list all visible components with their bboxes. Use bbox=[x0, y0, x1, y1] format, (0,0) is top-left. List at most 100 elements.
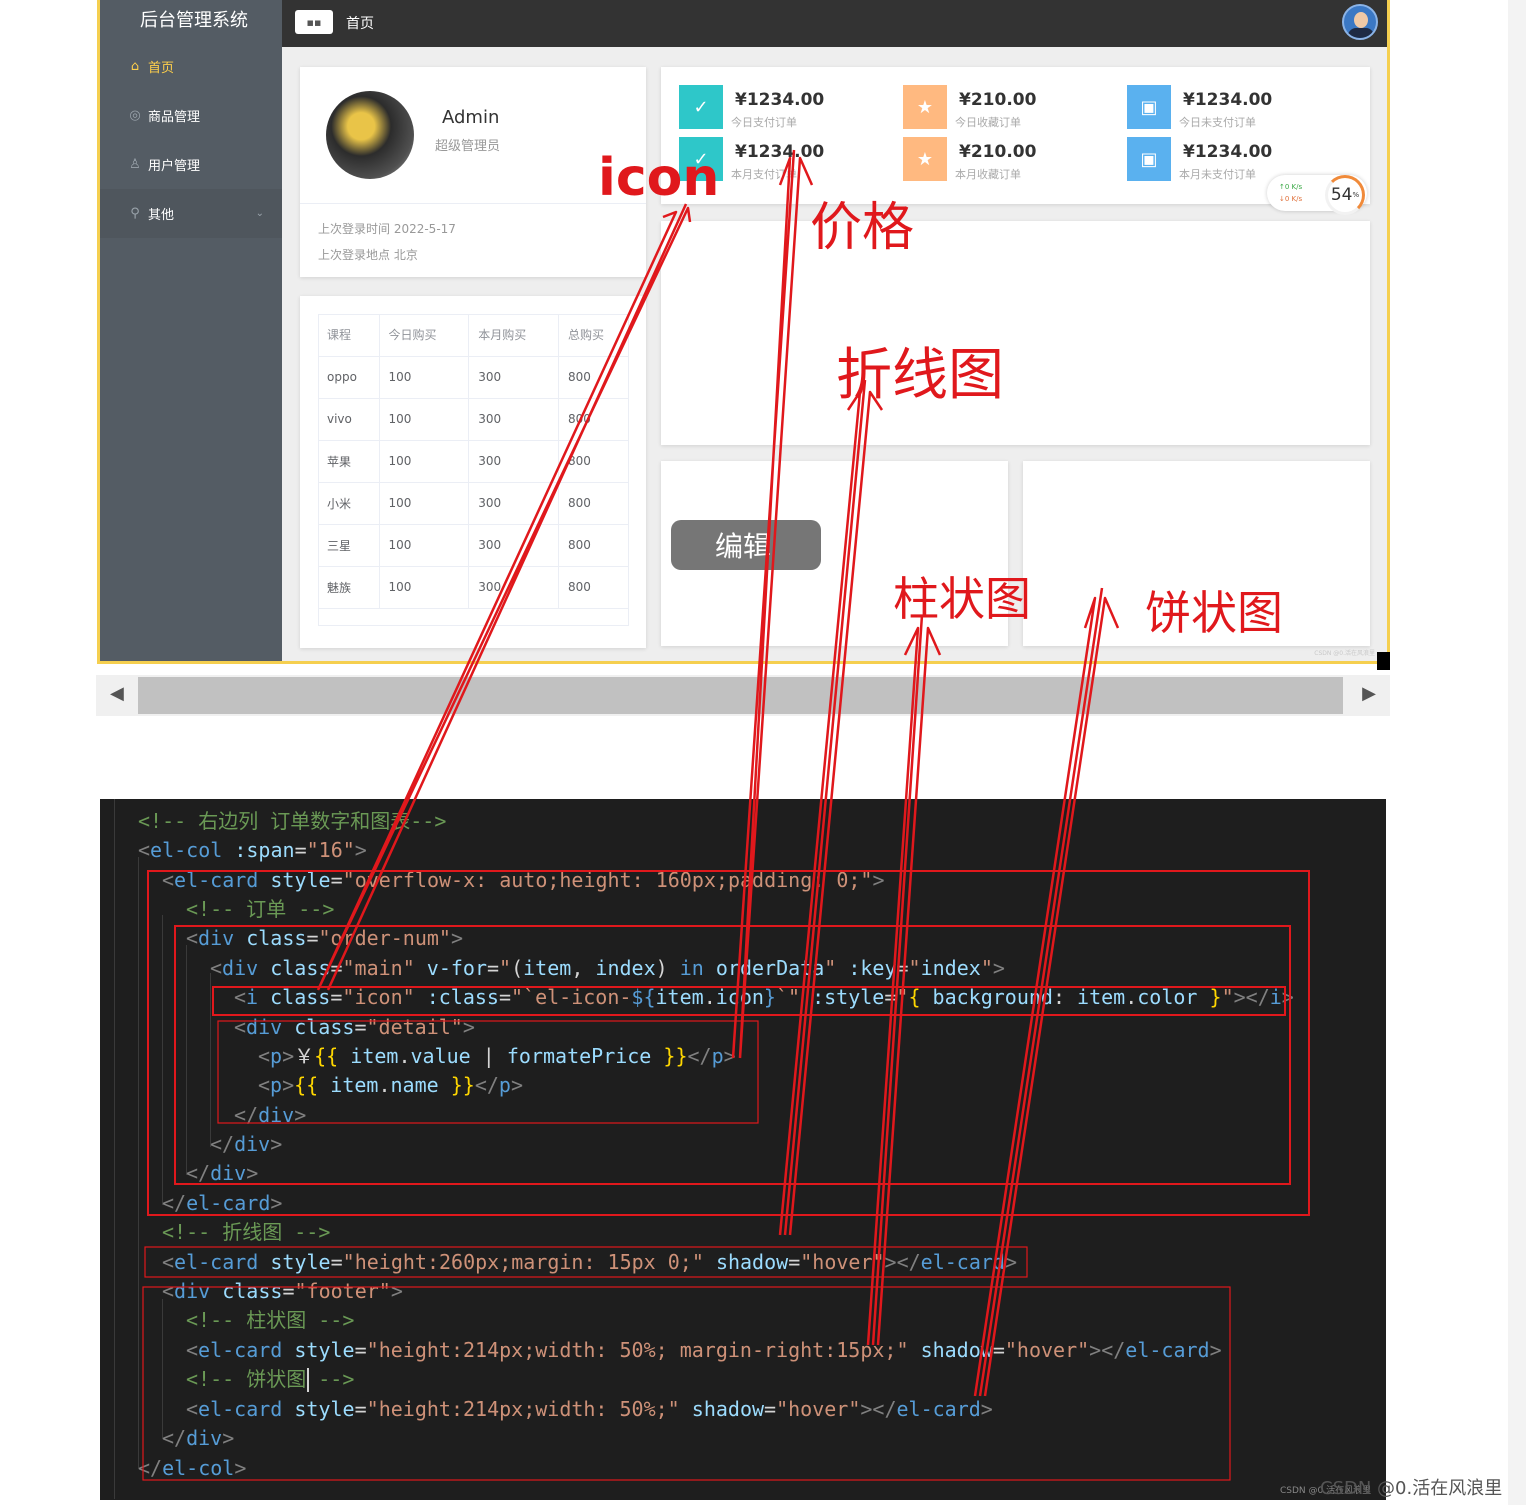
table-cell: 100 bbox=[378, 482, 469, 525]
goods-icon: ▣ bbox=[1127, 137, 1171, 181]
video-play-icon: ◎ bbox=[129, 108, 141, 123]
annotation-price-label: 价格 bbox=[810, 198, 915, 258]
table-row: oppo 100 300 800 bbox=[318, 356, 629, 399]
code-line: <!-- 右边列 订单数字和图表--> bbox=[138, 807, 446, 836]
table-cell: 魅族 bbox=[318, 566, 379, 609]
table-header-cell: 今日购买 bbox=[378, 314, 469, 357]
scroll-right-icon[interactable]: ▶ bbox=[1362, 683, 1376, 704]
code-line: <div class="detail"> bbox=[234, 1015, 475, 1039]
table-cell: 小米 bbox=[318, 482, 379, 525]
annotation-bar-chart-label: 柱状图 bbox=[893, 572, 1031, 626]
table-cell: 300 bbox=[468, 482, 559, 525]
sidebar-item-other[interactable]: ⚲ 其他 ⌄ bbox=[100, 189, 282, 238]
usage-percent-unit: % bbox=[1352, 191, 1360, 199]
table-cell: 100 bbox=[378, 524, 469, 567]
table-header-cell: 总购买 bbox=[558, 314, 629, 357]
purchase-table: 课程 今日购买 本月购买 总购买 oppo 100 300 800 vivo 100 300… bbox=[318, 314, 629, 609]
breadcrumb[interactable]: 首页 bbox=[346, 13, 374, 33]
code-line: <!-- 饼状图 --> bbox=[186, 1365, 354, 1394]
order-stats-card: ✓ ¥1234.00 今日支付订单 ★ ¥210.00 今日收藏订单 ▣ ¥1234.00 今日… bbox=[661, 67, 1370, 215]
sidebar-item-users[interactable]: ♙ 用户管理 bbox=[100, 140, 282, 189]
code-line: </div> bbox=[162, 1426, 235, 1450]
csdn-watermark: CSDN @0.活在风浪里 bbox=[1320, 1478, 1503, 1499]
code-line: <el-card style="height:214px;width: 50%;… bbox=[186, 1397, 993, 1421]
star-icon: ★ bbox=[903, 85, 947, 129]
code-line: <p>{{ item.name }}</p> bbox=[258, 1073, 523, 1097]
code-line: <!-- 柱状图 --> bbox=[186, 1306, 354, 1335]
sidebar-item-label: 其他 bbox=[148, 208, 175, 223]
table-cell: 800 bbox=[558, 398, 629, 441]
code-line: <div class="order-num"> bbox=[186, 926, 463, 950]
indent-guide bbox=[162, 915, 163, 1205]
edit-button[interactable]: 编辑 bbox=[671, 520, 821, 570]
table-cell: 100 bbox=[378, 356, 469, 399]
tiny-watermark: CSDN @0.活在风浪里 bbox=[1314, 650, 1375, 657]
code-line: <!-- 折线图 --> bbox=[162, 1218, 330, 1247]
code-line: <!-- 订单 --> bbox=[186, 895, 334, 924]
table-cell: 苹果 bbox=[318, 440, 379, 483]
code-line: </div> bbox=[210, 1132, 283, 1156]
avatar[interactable] bbox=[1342, 4, 1378, 40]
table-cell: 800 bbox=[558, 356, 629, 399]
user-role: 超级管理员 bbox=[435, 139, 501, 154]
code-comment: <!-- 饼状图 bbox=[186, 1367, 307, 1391]
user-avatar bbox=[326, 91, 414, 179]
order-price: ¥1234.00 bbox=[1183, 90, 1273, 110]
annotation-icon-label: icon bbox=[598, 148, 720, 208]
order-price: ¥210.00 bbox=[959, 90, 1037, 110]
table-cell: 100 bbox=[378, 440, 469, 483]
code-line: <el-card style="height:214px;width: 50%;… bbox=[186, 1338, 1222, 1362]
annotation-line-chart-label: 折线图 bbox=[836, 343, 1004, 408]
last-login-time: 上次登录时间 2022-5-17 bbox=[318, 222, 456, 236]
table-cell: vivo bbox=[318, 398, 379, 441]
usage-percent: 54 bbox=[1330, 185, 1353, 205]
user-icon: ♙ bbox=[129, 157, 141, 172]
table-cell: 100 bbox=[378, 398, 469, 441]
order-name: 今日支付订单 bbox=[731, 116, 797, 129]
indent-guide bbox=[114, 799, 115, 1499]
sidebar-item-goods[interactable]: ◎ 商品管理 bbox=[100, 91, 282, 140]
header-bar: ▪▪ 首页 bbox=[282, 0, 1387, 47]
admin-preview-frame: 后台管理系统 ⌂ 首页 ◎ 商品管理 ♙ 用户管理 ⚲ 其他 ⌄ ▪▪ 首页 A… bbox=[97, 0, 1390, 664]
scroll-left-icon[interactable]: ◀ bbox=[110, 683, 124, 704]
order-name: 今日收藏订单 bbox=[955, 116, 1021, 129]
order-name: 本月支付订单 bbox=[731, 168, 797, 181]
order-name: 本月未支付订单 bbox=[1179, 168, 1256, 181]
order-name: 本月收藏订单 bbox=[955, 168, 1021, 181]
code-line: </el-col> bbox=[138, 1456, 247, 1480]
table-cell: 800 bbox=[558, 482, 629, 525]
table-cell: 800 bbox=[558, 524, 629, 567]
horizontal-scrollbar[interactable]: ◀ ▶ bbox=[96, 675, 1390, 716]
table-cell: 800 bbox=[558, 440, 629, 483]
table-row: 小米 100 300 800 bbox=[318, 482, 629, 525]
success-icon: ✓ bbox=[679, 85, 723, 129]
last-login-place: 上次登录地点 北京 bbox=[318, 248, 418, 262]
star-icon: ★ bbox=[903, 137, 947, 181]
sidebar: 后台管理系统 ⌂ 首页 ◎ 商品管理 ♙ 用户管理 ⚲ 其他 ⌄ bbox=[100, 0, 282, 661]
avatar-face bbox=[1354, 12, 1368, 28]
user-name: Admin bbox=[442, 107, 500, 128]
code-line: <div class="main" v-for="(item, index) i… bbox=[210, 956, 1005, 980]
code-comment: <!-- 右边列 订单数字和图表--> bbox=[138, 809, 447, 833]
indent-guide bbox=[186, 945, 187, 1175]
sidebar-item-label: 商品管理 bbox=[148, 110, 201, 125]
sidebar-item-home[interactable]: ⌂ 首页 bbox=[100, 42, 282, 91]
order-item: ★ ¥210.00 本月收藏订单 bbox=[903, 137, 1103, 181]
upload-speed: ↑0 K/s bbox=[1279, 183, 1303, 191]
sidebar-title: 后台管理系统 bbox=[140, 10, 248, 31]
right-gutter bbox=[1508, 0, 1526, 1505]
code-comment: <!-- 订单 --> bbox=[186, 897, 335, 921]
annotation-pie-chart-label: 饼状图 bbox=[1145, 586, 1283, 640]
scrollbar-thumb[interactable] bbox=[138, 677, 1343, 714]
table-row: vivo 100 300 800 bbox=[318, 398, 629, 441]
user-info-card: Admin 超级管理员 上次登录时间 2022-5-17 上次登录地点 北京 bbox=[300, 67, 646, 277]
table-row: 三星 100 300 800 bbox=[318, 524, 629, 567]
table-cell: 300 bbox=[468, 440, 559, 483]
location-icon: ⚲ bbox=[130, 206, 140, 221]
code-comment: <!-- 折线图 --> bbox=[162, 1220, 331, 1244]
menu-toggle-button[interactable]: ▪▪ bbox=[295, 10, 333, 34]
code-line: </div> bbox=[234, 1103, 307, 1127]
text-cursor bbox=[307, 1368, 309, 1392]
resize-handle[interactable] bbox=[1377, 652, 1390, 670]
order-price: ¥1234.00 bbox=[735, 90, 825, 110]
